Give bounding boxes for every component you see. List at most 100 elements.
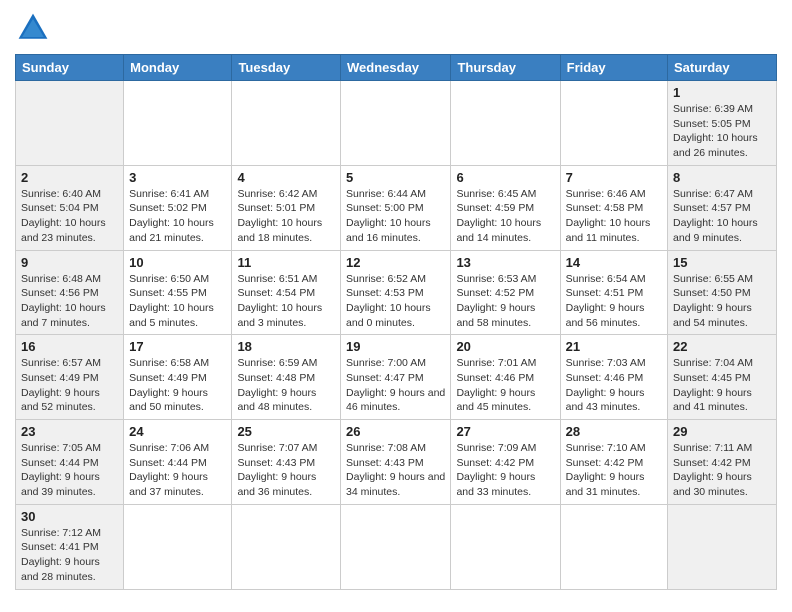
day-info: Sunrise: 7:09 AM Sunset: 4:42 PM Dayligh… [456,441,554,500]
calendar-cell: 2 Sunrise: 6:40 AM Sunset: 5:04 PM Daylig… [16,165,124,250]
calendar-cell [560,81,667,166]
day-info: Sunrise: 6:50 AM Sunset: 4:55 PM Dayligh… [129,272,226,331]
calendar-cell [124,504,232,589]
day-number: 21 [566,339,662,354]
day-number: 30 [21,509,118,524]
calendar-cell: 10Sunrise: 6:50 AM Sunset: 4:55 PM Dayli… [124,250,232,335]
day-number: 27 [456,424,554,439]
day-number: 18 [237,339,335,354]
week-row-3: 9 Sunrise: 6:48 AM Sunset: 4:56 PM Daylig… [16,250,777,335]
day-number: 12 [346,255,445,270]
day-info: Sunrise: 6:51 AM Sunset: 4:54 PM Dayligh… [237,272,335,331]
day-info: Sunrise: 7:08 AM Sunset: 4:43 PM Dayligh… [346,441,445,500]
weekday-tuesday: Tuesday [232,55,341,81]
day-number: 20 [456,339,554,354]
calendar-cell [451,81,560,166]
calendar-cell: 1 Sunrise: 6:39 AM Sunset: 5:05 PM Daylig… [668,81,777,166]
day-info: Sunrise: 6:58 AM Sunset: 4:49 PM Dayligh… [129,356,226,415]
day-number: 24 [129,424,226,439]
day-info: Sunrise: 7:07 AM Sunset: 4:43 PM Dayligh… [237,441,335,500]
page: SundayMondayTuesdayWednesdayThursdayFrid… [0,0,792,612]
day-number: 8 [673,170,771,185]
day-number: 3 [129,170,226,185]
day-number: 16 [21,339,118,354]
calendar-cell: 15Sunrise: 6:55 AM Sunset: 4:50 PM Dayli… [668,250,777,335]
day-info: Sunrise: 7:10 AM Sunset: 4:42 PM Dayligh… [566,441,662,500]
day-info: Sunrise: 6:53 AM Sunset: 4:52 PM Dayligh… [456,272,554,331]
day-info: Sunrise: 6:52 AM Sunset: 4:53 PM Dayligh… [346,272,445,331]
day-info: Sunrise: 6:40 AM Sunset: 5:04 PM Dayligh… [21,187,118,246]
day-info: Sunrise: 7:00 AM Sunset: 4:47 PM Dayligh… [346,356,445,415]
week-row-2: 2 Sunrise: 6:40 AM Sunset: 5:04 PM Daylig… [16,165,777,250]
day-number: 2 [21,170,118,185]
day-number: 29 [673,424,771,439]
day-info: Sunrise: 6:48 AM Sunset: 4:56 PM Dayligh… [21,272,118,331]
day-number: 1 [673,85,771,100]
calendar-cell [560,504,667,589]
day-info: Sunrise: 6:44 AM Sunset: 5:00 PM Dayligh… [346,187,445,246]
calendar-cell: 7 Sunrise: 6:46 AM Sunset: 4:58 PM Daylig… [560,165,667,250]
calendar-cell: 14Sunrise: 6:54 AM Sunset: 4:51 PM Dayli… [560,250,667,335]
week-row-6: 30 Sunrise: 7:12 AM Sunset: 4:41 PM Dayli… [16,504,777,589]
day-info: Sunrise: 6:42 AM Sunset: 5:01 PM Dayligh… [237,187,335,246]
weekday-saturday: Saturday [668,55,777,81]
day-info: Sunrise: 7:12 AM Sunset: 4:41 PM Dayligh… [21,526,118,585]
day-number: 11 [237,255,335,270]
calendar-cell: 24 Sunrise: 7:06 AM Sunset: 4:44 PM Dayli… [124,420,232,505]
calendar-cell: 3 Sunrise: 6:41 AM Sunset: 5:02 PM Daylig… [124,165,232,250]
calendar-cell: 5 Sunrise: 6:44 AM Sunset: 5:00 PM Daylig… [341,165,451,250]
weekday-wednesday: Wednesday [341,55,451,81]
calendar-cell [232,81,341,166]
calendar-cell: 6Sunrise: 6:45 AM Sunset: 4:59 PM Daylig… [451,165,560,250]
day-info: Sunrise: 6:47 AM Sunset: 4:57 PM Dayligh… [673,187,771,246]
calendar-cell: 29 Sunrise: 7:11 AM Sunset: 4:42 PM Dayli… [668,420,777,505]
calendar-cell: 17 Sunrise: 6:58 AM Sunset: 4:49 PM Dayli… [124,335,232,420]
day-info: Sunrise: 6:41 AM Sunset: 5:02 PM Dayligh… [129,187,226,246]
day-number: 13 [456,255,554,270]
calendar-cell [124,81,232,166]
calendar-cell: 30 Sunrise: 7:12 AM Sunset: 4:41 PM Dayli… [16,504,124,589]
day-info: Sunrise: 6:45 AM Sunset: 4:59 PM Dayligh… [456,187,554,246]
calendar-cell: 19 Sunrise: 7:00 AM Sunset: 4:47 PM Dayli… [341,335,451,420]
day-info: Sunrise: 7:11 AM Sunset: 4:42 PM Dayligh… [673,441,771,500]
day-number: 28 [566,424,662,439]
day-info: Sunrise: 7:06 AM Sunset: 4:44 PM Dayligh… [129,441,226,500]
day-number: 5 [346,170,445,185]
weekday-thursday: Thursday [451,55,560,81]
calendar-cell: 11 Sunrise: 6:51 AM Sunset: 4:54 PM Dayli… [232,250,341,335]
calendar-cell: 25 Sunrise: 7:07 AM Sunset: 4:43 PM Dayli… [232,420,341,505]
day-info: Sunrise: 7:05 AM Sunset: 4:44 PM Dayligh… [21,441,118,500]
week-row-1: 1 Sunrise: 6:39 AM Sunset: 5:05 PM Daylig… [16,81,777,166]
calendar-cell: 9 Sunrise: 6:48 AM Sunset: 4:56 PM Daylig… [16,250,124,335]
day-info: Sunrise: 6:46 AM Sunset: 4:58 PM Dayligh… [566,187,662,246]
calendar-cell [16,81,124,166]
header [15,10,777,46]
calendar-cell [341,504,451,589]
calendar-cell: 27 Sunrise: 7:09 AM Sunset: 4:42 PM Dayli… [451,420,560,505]
calendar-cell: 22 Sunrise: 7:04 AM Sunset: 4:45 PM Dayli… [668,335,777,420]
day-number: 26 [346,424,445,439]
day-number: 9 [21,255,118,270]
logo [15,10,55,46]
day-number: 15 [673,255,771,270]
calendar-cell: 4Sunrise: 6:42 AM Sunset: 5:01 PM Daylig… [232,165,341,250]
calendar-cell: 21Sunrise: 7:03 AM Sunset: 4:46 PM Dayli… [560,335,667,420]
logo-icon [15,10,51,46]
calendar-cell [341,81,451,166]
day-info: Sunrise: 6:39 AM Sunset: 5:05 PM Dayligh… [673,102,771,161]
calendar-cell: 20Sunrise: 7:01 AM Sunset: 4:46 PM Dayli… [451,335,560,420]
calendar-cell: 23 Sunrise: 7:05 AM Sunset: 4:44 PM Dayli… [16,420,124,505]
day-number: 7 [566,170,662,185]
calendar-cell [451,504,560,589]
calendar-cell: 16Sunrise: 6:57 AM Sunset: 4:49 PM Dayli… [16,335,124,420]
day-number: 17 [129,339,226,354]
calendar-cell [232,504,341,589]
day-info: Sunrise: 6:54 AM Sunset: 4:51 PM Dayligh… [566,272,662,331]
week-row-5: 23 Sunrise: 7:05 AM Sunset: 4:44 PM Dayli… [16,420,777,505]
day-number: 23 [21,424,118,439]
calendar-cell: 8 Sunrise: 6:47 AM Sunset: 4:57 PM Daylig… [668,165,777,250]
day-number: 19 [346,339,445,354]
day-number: 25 [237,424,335,439]
day-number: 22 [673,339,771,354]
day-info: Sunrise: 7:04 AM Sunset: 4:45 PM Dayligh… [673,356,771,415]
